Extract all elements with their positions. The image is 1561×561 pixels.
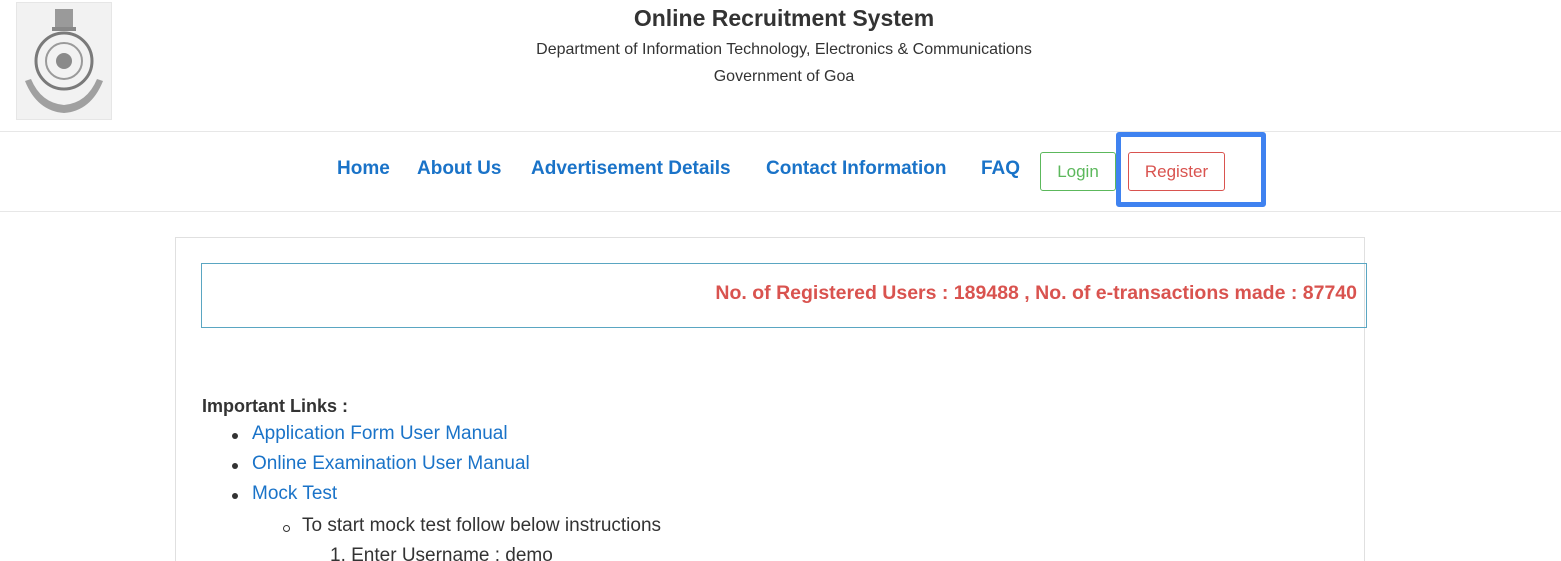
main-navbar: Home About Us Advertisement Details Cont… [0,131,1561,212]
list-bullet [232,463,238,469]
nav-contact-information[interactable]: Contact Information [766,158,947,180]
list-bullet [232,433,238,439]
link-application-form-manual[interactable]: Application Form User Manual [252,423,508,445]
link-mock-test[interactable]: Mock Test [252,483,337,505]
nav-home[interactable]: Home [337,158,390,180]
government-subtitle: Government of Goa [713,68,855,85]
login-button[interactable]: Login [1040,152,1116,191]
link-online-examination-manual[interactable]: Online Examination User Manual [252,453,530,475]
register-button[interactable]: Register [1128,152,1225,191]
important-links-heading: Important Links : [202,396,349,416]
mock-test-step: 1. Enter Username : demo [330,545,553,561]
site-title: Online Recruitment System [633,5,935,31]
mock-test-instruction: To start mock test follow below instruct… [302,515,662,536]
nav-advertisement-details[interactable]: Advertisement Details [531,158,731,180]
department-subtitle: Department of Information Technology, El… [536,41,1032,58]
list-bullet [232,493,238,499]
nav-faq[interactable]: FAQ [981,158,1020,180]
sub-list-bullet [283,525,290,532]
registration-stats: No. of Registered Users : 189488 , No. o… [715,282,1357,304]
main-panel: No. of Registered Users : 189488 , No. o… [175,237,1367,561]
nav-about-us[interactable]: About Us [417,158,501,180]
stats-box: No. of Registered Users : 189488 , No. o… [201,263,1367,328]
